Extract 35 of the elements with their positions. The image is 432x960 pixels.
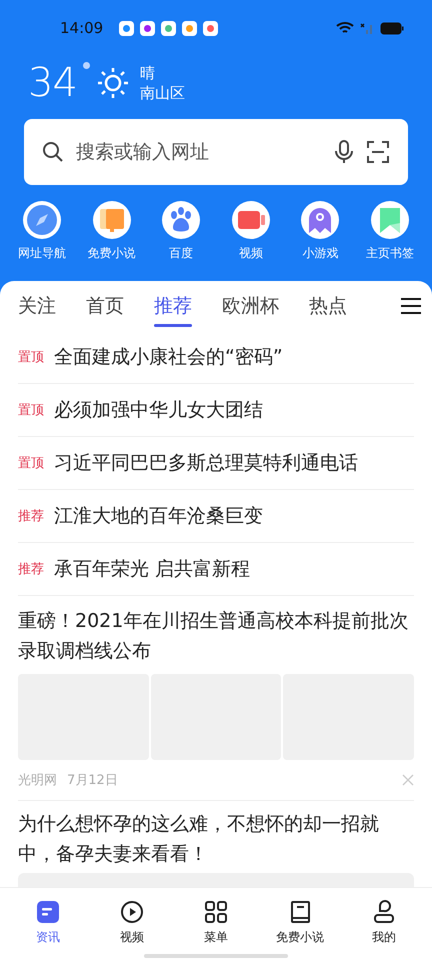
- category-tab[interactable]: 首页: [86, 281, 124, 331]
- nav-tab[interactable]: 资讯: [13, 898, 83, 946]
- shortcut-label[interactable]: 主页书签: [366, 245, 414, 262]
- category-tab[interactable]: 关注: [18, 281, 56, 331]
- shortcut-label[interactable]: 网址导航: [18, 245, 66, 262]
- category-tab[interactable]: 欧洲杯: [222, 281, 279, 331]
- news-tag: 推荐: [18, 507, 44, 525]
- news-tag: 置顶: [18, 454, 44, 472]
- article-source: 光明网: [18, 772, 57, 789]
- news-headline[interactable]: 必须加强中华儿女大团结: [54, 397, 263, 423]
- status-time: 14:09: [60, 19, 104, 37]
- nav-tab[interactable]: 我的: [349, 898, 419, 946]
- news-headline[interactable]: 江淮大地的百年沧桑巨变: [54, 503, 263, 529]
- article-title[interactable]: 为什么想怀孕的这么难，不想怀的却一招就中，备孕夫妻来看看！: [18, 809, 414, 869]
- nav-tab[interactable]: 菜单: [181, 898, 251, 946]
- temperature: 34: [28, 63, 77, 103]
- news-tag: 置顶: [18, 401, 44, 419]
- category-tab[interactable]: 推荐: [154, 281, 192, 331]
- news-headline[interactable]: 习近平同巴巴多斯总理莫特利通电话: [54, 450, 358, 476]
- weather-condition: 晴: [140, 63, 156, 83]
- location: 南山区: [140, 83, 185, 103]
- news-tag: 置顶: [18, 348, 44, 366]
- shortcut-label[interactable]: 视频: [238, 245, 263, 262]
- category-tab[interactable]: 热点: [309, 281, 347, 331]
- news-headline[interactable]: 全面建成小康社会的“密码”: [54, 344, 283, 370]
- news-headline[interactable]: 承百年荣光 启共富新程: [54, 556, 250, 582]
- shortcut-label[interactable]: 免费小说: [88, 245, 136, 262]
- article-title[interactable]: 重磅！2021年在川招生普通高校本科提前批次录取调档线公布: [18, 606, 414, 666]
- article-date: 7月12日: [67, 772, 118, 789]
- shortcut-label[interactable]: 小游戏: [302, 245, 338, 262]
- search-field[interactable]: 搜索或输入网址: [24, 119, 408, 185]
- nav-tab[interactable]: 免费小说: [265, 898, 335, 946]
- shortcut-label[interactable]: 百度: [169, 245, 194, 262]
- nav-tab[interactable]: 视频: [97, 898, 167, 946]
- news-tag: 推荐: [18, 560, 44, 578]
